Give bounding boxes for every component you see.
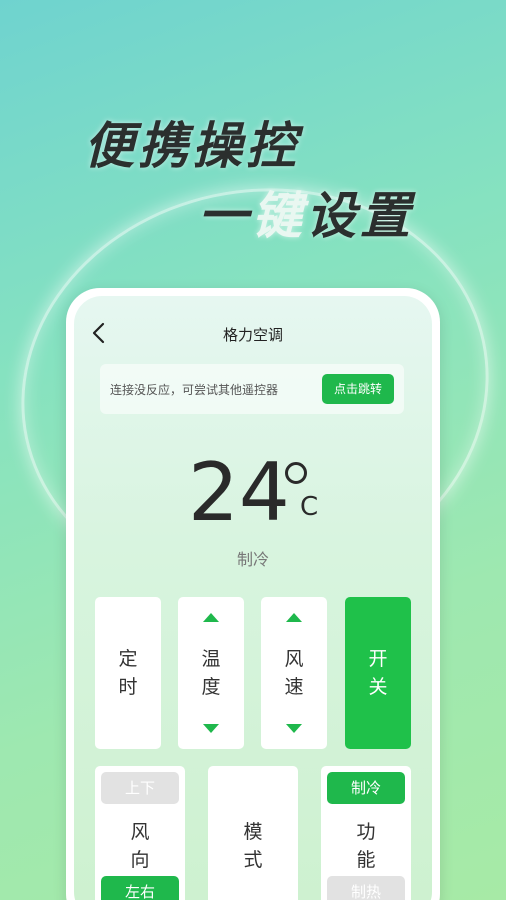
power-label-2: 关 bbox=[368, 676, 388, 698]
timer-label-2: 时 bbox=[118, 676, 138, 698]
mode-label-2: 式 bbox=[243, 849, 263, 871]
degree-icon bbox=[285, 462, 307, 484]
headline-line2-part1: 一 bbox=[198, 187, 252, 245]
phone-frame: 格力空调 连接没反应，可尝试其他遥控器 点击跳转 24 C 制冷 定 时 温 度… bbox=[66, 288, 440, 900]
connection-notice: 连接没反应，可尝试其他遥控器 点击跳转 bbox=[100, 364, 404, 414]
timer-label-1: 定 bbox=[118, 648, 138, 670]
remote-screen: 格力空调 连接没反应，可尝试其他遥控器 点击跳转 24 C 制冷 定 时 温 度… bbox=[74, 296, 432, 900]
temperature-value: 24 bbox=[188, 446, 290, 539]
mode-key[interactable]: 模 式 bbox=[208, 766, 298, 900]
swing-label-2: 向 bbox=[130, 849, 150, 871]
fan-speed-label-2: 速 bbox=[284, 676, 304, 698]
temperature-key: 温 度 bbox=[178, 597, 244, 749]
function-key: 制冷 功 能 制热 bbox=[321, 766, 411, 900]
function-cool-option[interactable]: 制冷 bbox=[327, 772, 405, 804]
swing-horizontal-option[interactable]: 左右 bbox=[101, 876, 179, 900]
temperature-label-2: 度 bbox=[201, 676, 221, 698]
notice-text: 连接没反应，可尝试其他遥控器 bbox=[110, 383, 279, 397]
swing-vertical-option[interactable]: 上下 bbox=[101, 772, 179, 804]
swing-key: 上下 风 向 左右 bbox=[95, 766, 185, 900]
temperature-down-icon[interactable] bbox=[203, 724, 219, 733]
headline-line1: 便携操控 bbox=[84, 117, 300, 175]
power-key[interactable]: 开 关 bbox=[345, 597, 411, 749]
temperature-up-icon[interactable] bbox=[203, 613, 219, 622]
fan-speed-label-1: 风 bbox=[284, 648, 304, 670]
current-mode: 制冷 bbox=[236, 550, 269, 569]
fan-speed-up-icon[interactable] bbox=[286, 613, 302, 622]
temperature-label-1: 温 bbox=[201, 648, 221, 670]
swing-label-1: 风 bbox=[130, 821, 150, 843]
headline-line2: 一键设置 bbox=[198, 176, 414, 248]
fan-speed-key: 风 速 bbox=[261, 597, 327, 749]
fan-speed-down-icon[interactable] bbox=[286, 724, 302, 733]
temperature-unit: C bbox=[300, 492, 319, 522]
timer-key[interactable]: 定 时 bbox=[95, 597, 161, 749]
headline-line2-part3: 设置 bbox=[306, 187, 414, 245]
power-label-1: 开 bbox=[368, 648, 388, 670]
mode-label-1: 模 bbox=[243, 821, 263, 843]
page-title: 格力空调 bbox=[222, 326, 283, 344]
headline-line2-part2: 键 bbox=[252, 187, 306, 245]
function-label-1: 功 bbox=[356, 821, 376, 843]
jump-button[interactable]: 点击跳转 bbox=[322, 374, 394, 404]
function-heat-option[interactable]: 制热 bbox=[327, 876, 405, 900]
function-label-2: 能 bbox=[356, 849, 376, 871]
top-bar: 格力空调 bbox=[74, 318, 432, 348]
